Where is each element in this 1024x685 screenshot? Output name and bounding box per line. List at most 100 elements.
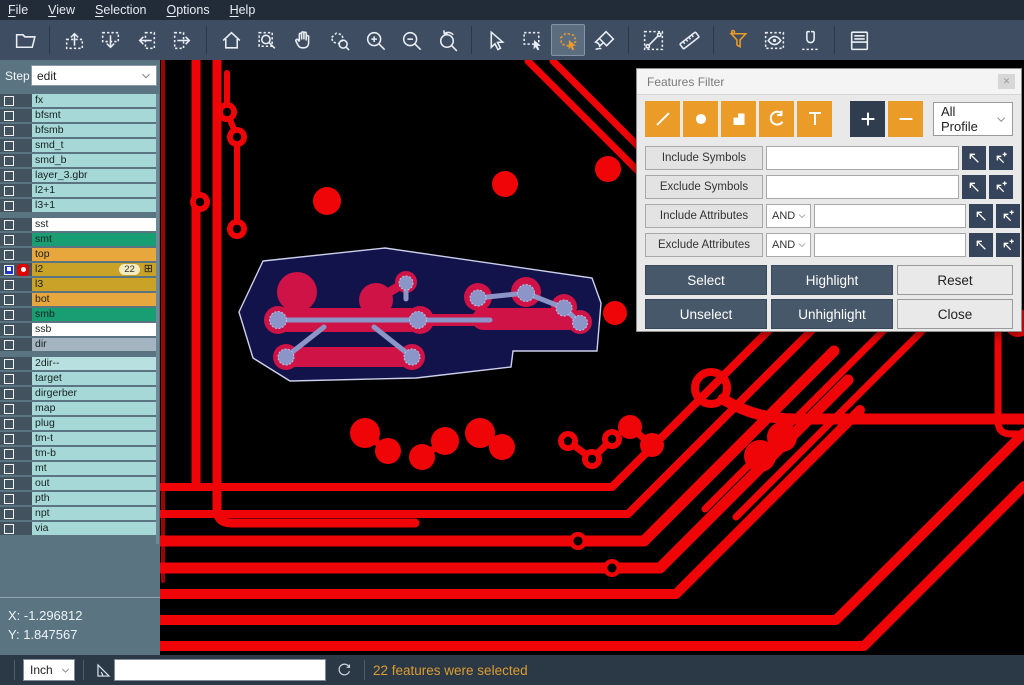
exclude-attributes-operator-select[interactable]: AND [766,233,811,257]
view-down-button[interactable] [93,24,127,56]
include-symbols-pick-add-button[interactable] [989,146,1013,170]
line-toggle-button[interactable] [645,101,680,137]
exclude-symbols-button[interactable]: Exclude Symbols [645,175,763,199]
layer-name[interactable]: layer_3.gbr [32,169,156,182]
include-symbols-button[interactable]: Include Symbols [645,146,763,170]
select-rectangle-button[interactable] [515,24,549,56]
highlight-button[interactable]: Highlight [771,265,893,295]
layer-visibility-checkbox[interactable] [4,201,14,211]
zoom-previous-button[interactable] [430,24,464,56]
layer-name[interactable]: smb [32,308,156,321]
open-button[interactable] [8,24,42,56]
layer-visibility-checkbox[interactable] [4,359,14,369]
measure-ruler-button[interactable] [672,24,706,56]
layer-name[interactable]: top [32,248,156,261]
layer-visibility-checkbox[interactable] [4,250,14,260]
layer-name[interactable]: bot [32,293,156,306]
select-polygon-button[interactable] [551,24,585,56]
features-filter-button[interactable] [721,24,755,56]
exclude-symbols-pick-button[interactable] [962,175,986,199]
exclude-symbols-input[interactable] [766,175,959,199]
layer-name[interactable]: out [32,477,156,490]
layer-name[interactable]: smt [32,233,156,246]
step-select[interactable]: edit [31,65,157,86]
layer-visibility-checkbox[interactable] [4,186,14,196]
layer-name[interactable]: l3 [32,278,156,291]
select-button[interactable]: Select [645,265,767,295]
layer-name[interactable]: smd_b [32,154,156,167]
layer-visibility-checkbox[interactable] [4,295,14,305]
layer-name[interactable]: bfsmt [32,109,156,122]
layer-visibility-checkbox[interactable] [4,449,14,459]
view-options-button[interactable] [757,24,791,56]
layer-visibility-checkbox[interactable] [4,419,14,429]
layer-name[interactable]: bfsmb [32,124,156,137]
layer-visibility-checkbox[interactable] [4,374,14,384]
layer-name[interactable]: fx [32,94,156,107]
layer-visibility-checkbox[interactable] [4,479,14,489]
zoom-window-button[interactable] [250,24,284,56]
home-button[interactable] [214,24,248,56]
layer-visibility-checkbox[interactable] [4,509,14,519]
clear-button[interactable] [587,24,621,56]
command-input[interactable] [114,659,326,681]
layer-visibility-checkbox[interactable] [4,310,14,320]
pan-button[interactable] [286,24,320,56]
include-symbols-input[interactable] [766,146,959,170]
layer-name[interactable]: target [32,372,156,385]
layer-visibility-checkbox[interactable] [4,156,14,166]
exclude-attributes-pick-button[interactable] [969,233,993,257]
reset-button[interactable]: Reset [897,265,1013,295]
surface-toggle-button[interactable] [721,101,756,137]
layer-visibility-checkbox[interactable] [4,494,14,504]
snap-button[interactable] [793,24,827,56]
layer-list-scrollbar[interactable] [156,94,159,544]
exclude-attributes-input[interactable] [814,233,966,257]
include-attributes-operator-select[interactable]: AND [766,204,811,228]
menu-item-view[interactable]: View [48,3,75,17]
layer-visibility-checkbox[interactable] [4,111,14,121]
layer-name[interactable]: mt [32,462,156,475]
include-attributes-button[interactable]: Include Attributes [645,204,763,228]
menu-item-selection[interactable]: Selection [95,3,146,17]
unit-select[interactable]: Inch [23,659,75,681]
layer-visibility-checkbox[interactable] [4,96,14,106]
layers-form-button[interactable] [842,24,876,56]
layer-visibility-checkbox[interactable] [4,235,14,245]
layer-name[interactable]: npt [32,507,156,520]
unselect-button[interactable]: Unselect [645,299,767,329]
layer-name[interactable]: sst [32,218,156,231]
layer-name[interactable]: 2dir-- [32,357,156,370]
menu-item-help[interactable]: Help [230,3,256,17]
layer-name[interactable]: l2+1 [32,184,156,197]
layer-name[interactable]: map [32,402,156,415]
measure-line-button[interactable] [636,24,670,56]
add-toggle-button[interactable] [850,101,885,137]
exclude-symbols-pick-add-button[interactable] [989,175,1013,199]
close-button[interactable]: Close [897,299,1013,329]
zoom-object-button[interactable] [322,24,356,56]
include-symbols-pick-button[interactable] [962,146,986,170]
layer-name[interactable]: l222⊞ [32,263,156,276]
remove-toggle-button[interactable] [888,101,923,137]
dialog-title-bar[interactable]: Features Filter ✕ [637,69,1021,95]
exclude-attributes-pick-add-button[interactable] [996,233,1020,257]
menu-item-options[interactable]: Options [166,3,209,17]
refresh-icon[interactable] [332,658,356,682]
layer-name[interactable]: l3+1 [32,199,156,212]
unhighlight-button[interactable]: Unhighlight [771,299,893,329]
arc-toggle-button[interactable] [759,101,794,137]
layer-visibility-checkbox[interactable] [4,404,14,414]
layer-name[interactable]: pth [32,492,156,505]
layer-visibility-checkbox[interactable] [4,464,14,474]
menu-item-file[interactable]: File [8,3,28,17]
select-button[interactable] [479,24,513,56]
zoom-out-button[interactable] [394,24,428,56]
text-toggle-button[interactable] [797,101,832,137]
layer-name[interactable]: smd_t [32,139,156,152]
view-up-button[interactable] [57,24,91,56]
exclude-attributes-button[interactable]: Exclude Attributes [645,233,763,257]
layer-visibility-checkbox[interactable] [4,126,14,136]
layer-visibility-checkbox[interactable] [4,220,14,230]
layer-name[interactable]: ssb [32,323,156,336]
